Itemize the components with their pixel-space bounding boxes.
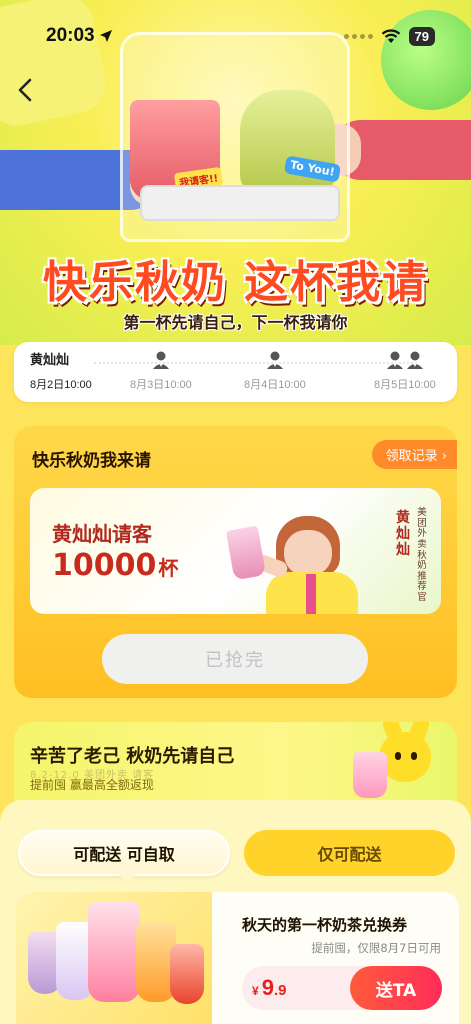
timeline-host-name: 黄灿灿 [30, 353, 70, 368]
timeline-node-3: 8月4日10:00 [244, 350, 306, 392]
chevron-left-icon [18, 78, 32, 102]
treat-card: 快乐秋奶我来请 领取记录 › 黄灿灿请客 10000 杯 黄灿灿 美团外卖秋奶推荐… [14, 426, 457, 698]
price-integer: 9 [261, 975, 274, 1000]
matcha-cup-image: To You! [240, 90, 341, 195]
promo-title: 辛苦了老己 秋奶先请自己 [30, 746, 235, 767]
coupon-title: 秋天的第一杯奶茶兑换券 [242, 916, 408, 934]
celebrity-image [225, 516, 380, 614]
celebrity-role: 美团外卖秋奶推荐官 [417, 507, 427, 603]
page-title: 快乐秋奶 这杯我请 [42, 257, 429, 308]
coupon-description: 提前囤，仅限8月7日可用 [311, 941, 441, 955]
clock-text: 20:03 [46, 25, 95, 46]
tab-delivery-only[interactable]: 仅可配送 [244, 830, 455, 876]
coupon-price: ¥9.9 [252, 975, 286, 1001]
cup-tag-to-you: To You! [283, 155, 341, 183]
promo-subtitle: 提前囤 赢最高全额返现 [30, 778, 154, 792]
timeline-node-4: 8月5日10:00 [374, 350, 436, 392]
price-decimal: .9 [273, 982, 287, 999]
celebrity-name: 黄灿灿 [396, 510, 410, 559]
treat-card-title: 快乐秋奶我来请 [32, 451, 151, 471]
treat-count-unit: 杯 [158, 556, 179, 580]
sold-out-button[interactable]: 已抢完 [102, 634, 368, 684]
person-placeholder-icon [152, 351, 169, 369]
page-subtitle: 第一杯先请自己，下一杯我请你 [123, 313, 348, 332]
tab-delivery-and-pickup[interactable]: 可配送 可自取 [18, 830, 230, 884]
celebrity-treat-panel: 黄灿灿请客 10000 杯 黄灿灿 美团外卖秋奶推荐官 [30, 488, 441, 614]
timeline-date: 8月2日10:00 [30, 379, 92, 391]
coupon-section: 可配送 可自取 仅可配送 秋天的第一杯奶茶兑换券 提前囤，仅限8月7日可用 ¥9… [0, 800, 471, 1024]
timeline-date: 8月4日10:00 [244, 379, 306, 391]
status-indicators: 79 [343, 26, 435, 46]
status-bar: 20:03 79 [0, 0, 471, 72]
wifi-icon [381, 28, 400, 43]
records-button[interactable]: 领取记录 › [371, 440, 457, 469]
person-placeholder-icon [406, 351, 423, 369]
timeline-date: 8月5日10:00 [374, 379, 436, 391]
timeline-node-1: 黄灿灿 8月2日10:00 [30, 350, 92, 392]
back-button[interactable] [14, 76, 38, 104]
delivery-tabs: 可配送 可自取 仅可配送 [18, 830, 455, 884]
timeline-date: 8月3日10:00 [130, 379, 192, 391]
milk-tea-product-image [16, 892, 212, 1024]
send-to-friend-button[interactable]: 送TA [350, 966, 442, 1010]
person-placeholder-icon [266, 351, 283, 369]
signal-icon [343, 33, 373, 39]
treat-count-value: 10000 [52, 548, 157, 583]
location-arrow-icon [99, 30, 112, 42]
treat-count: 10000 杯 [52, 548, 178, 583]
purchase-bar: ¥9.9 送TA [242, 966, 442, 1010]
person-placeholder-icon [386, 351, 403, 369]
treat-label: 黄灿灿请客 [52, 522, 152, 546]
status-time: 20:03 [46, 25, 113, 47]
timeline-node-2: 8月3日10:00 [130, 350, 192, 392]
coupon-product-card[interactable]: 秋天的第一杯奶茶兑换券 提前囤，仅限8月7日可用 ¥9.9 送TA [16, 892, 459, 1024]
battery-indicator: 79 [408, 26, 435, 46]
price-currency: ¥ [252, 984, 259, 998]
giving-hand-right [291, 120, 471, 180]
cup-tray-image [140, 185, 340, 221]
treat-timeline: 黄灿灿 8月2日10:00 8月3日10:00 8月4日10:00 8月5日10… [14, 342, 457, 402]
